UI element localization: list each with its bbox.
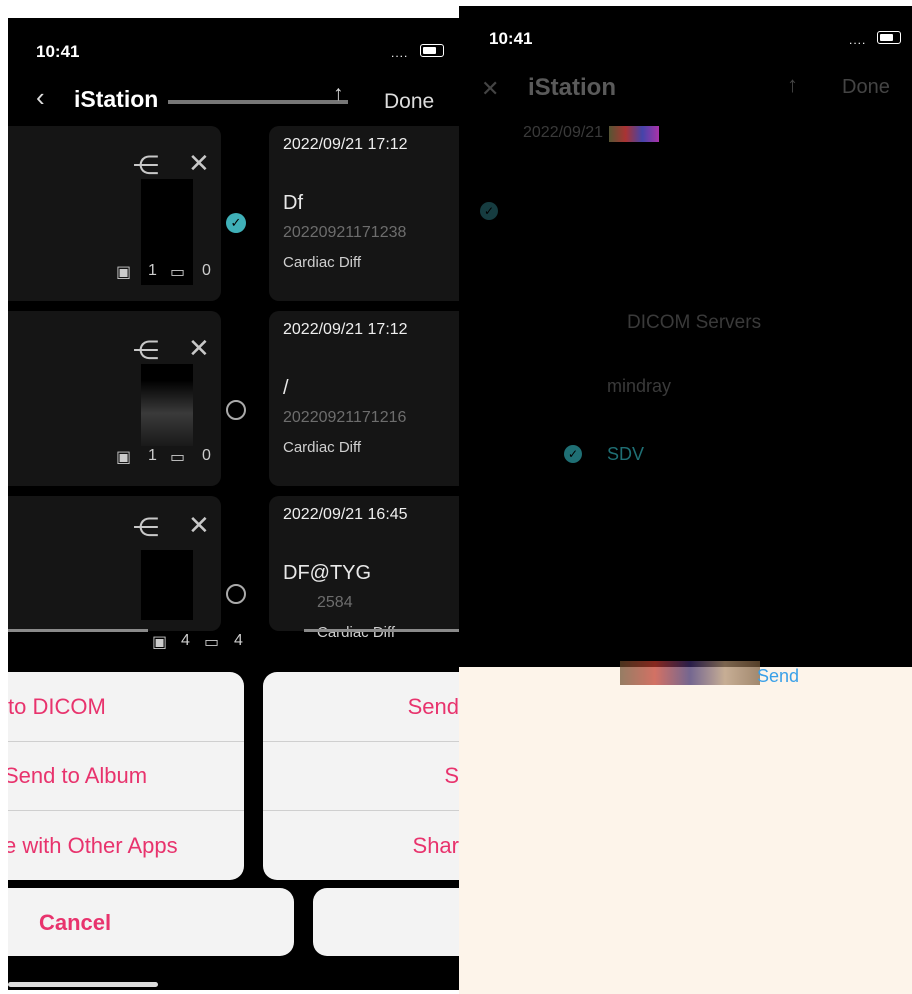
dialog-title: DICOM Servers bbox=[627, 312, 762, 333]
record-card-info[interactable]: 2022/09/21 16:45 DF@TYG 2584 Cardiac Dif… bbox=[269, 496, 459, 641]
checkmark-icon[interactable]: ✓ bbox=[226, 213, 246, 233]
patient-id: 20220921171216 bbox=[283, 409, 407, 426]
done-button[interactable]: Done bbox=[384, 90, 434, 114]
record-card-media[interactable]: ⋲ ✕ ▣ 1 ▭ 0 bbox=[8, 311, 221, 486]
patient-id: 2584 bbox=[317, 594, 353, 611]
record-card-info[interactable]: 2022/09/21 17:12 Df 20220921171238 Cardi… bbox=[269, 126, 459, 301]
record-card-media[interactable]: ⋲ ✕ ▣ 1 ▭ 0 bbox=[8, 126, 221, 301]
share-icon[interactable]: ↑ bbox=[333, 82, 344, 106]
server-item-sdv[interactable]: SDV bbox=[607, 444, 644, 465]
battery-icon bbox=[877, 31, 901, 44]
action-sheet-duplicate: Send S Shar bbox=[263, 672, 459, 880]
photo-icon: ▣ bbox=[116, 449, 132, 466]
thumbnail[interactable] bbox=[141, 550, 193, 620]
exam-type: Cardiac Diff bbox=[283, 439, 362, 456]
close-icon[interactable]: ✕ bbox=[188, 512, 210, 538]
status-time: 10:41 bbox=[489, 29, 533, 48]
record-date: 2022/09/21 bbox=[523, 124, 604, 141]
thumbnail[interactable] bbox=[141, 364, 193, 446]
close-icon[interactable]: ✕ bbox=[188, 335, 210, 361]
video-count: 0 bbox=[202, 447, 211, 464]
home-indicator bbox=[8, 982, 158, 987]
battery-icon bbox=[420, 44, 444, 57]
radio-button[interactable] bbox=[226, 400, 246, 420]
record-date: 2022/09/21 16:45 bbox=[283, 506, 408, 523]
glitch-artifact bbox=[609, 126, 659, 142]
signal-icon: .... bbox=[391, 46, 409, 60]
nav-divider bbox=[168, 100, 348, 104]
nav-title: iStation bbox=[528, 74, 616, 101]
send-to-dicom-button[interactable]: to DICOM bbox=[8, 672, 244, 742]
status-time: 10:41 bbox=[36, 42, 80, 61]
patient-name: Df bbox=[283, 192, 303, 214]
send-button[interactable]: Send bbox=[757, 666, 799, 687]
checkmark-icon[interactable]: ✓ bbox=[564, 445, 582, 463]
record-card-info[interactable]: 2022/09/21 17:12 / 20220921171216 Cardia… bbox=[269, 311, 459, 486]
video-count: 0 bbox=[202, 262, 211, 279]
record-date: 2022/09/21 17:12 bbox=[283, 136, 408, 153]
patient-name: / bbox=[283, 377, 289, 399]
checkmark-icon[interactable]: ✓ bbox=[480, 202, 498, 220]
dimmed-overlay bbox=[459, 116, 912, 667]
close-icon[interactable]: ✕ bbox=[481, 76, 499, 102]
cream-background bbox=[459, 667, 912, 994]
back-icon[interactable]: ‹ bbox=[36, 82, 45, 113]
record-date: 2022/09/21 17:12 bbox=[283, 321, 408, 338]
nav-title: iStation bbox=[74, 86, 159, 112]
exam-type: Cardiac Diff bbox=[317, 624, 396, 641]
patient-id: 20220921171238 bbox=[283, 224, 407, 241]
right-screen: 10:41 .... ✕ iStation ↑ Done 2022/09/21 … bbox=[459, 6, 912, 667]
photo-icon: ▣ bbox=[152, 634, 168, 651]
left-screen: 10:41 .... ‹ iStation ↑ Done ⋲ ✕ ▣ 1 ▭ 0… bbox=[8, 18, 459, 990]
share-node-icon[interactable]: ⋲ bbox=[133, 152, 159, 178]
action-sheet: to DICOM Send to Album e with Other Apps bbox=[8, 672, 244, 880]
share-icon[interactable]: ↑ bbox=[787, 72, 798, 98]
glitch-artifact bbox=[620, 661, 760, 685]
record-card-media[interactable]: ⋲ ✕ bbox=[8, 496, 221, 631]
video-icon: ▭ bbox=[204, 634, 220, 651]
send-to-album-button[interactable]: Send to Album bbox=[8, 741, 244, 811]
close-icon[interactable]: ✕ bbox=[188, 150, 210, 176]
share-other-apps-button[interactable]: e with Other Apps bbox=[8, 811, 244, 880]
share-node-icon[interactable]: ⋲ bbox=[133, 514, 159, 540]
patient-name: DF@TYG bbox=[283, 562, 372, 584]
share-button-fragment[interactable]: Shar bbox=[263, 811, 459, 880]
send-button-fragment[interactable]: Send bbox=[263, 672, 459, 742]
exam-type: Cardiac Diff bbox=[283, 254, 362, 271]
cancel-sheet: Cancel bbox=[8, 888, 294, 956]
server-item-mindray[interactable]: mindray bbox=[607, 376, 671, 397]
cancel-button[interactable]: Cancel bbox=[39, 910, 111, 936]
video-icon: ▭ bbox=[170, 264, 186, 281]
send-button-fragment[interactable]: S bbox=[263, 741, 459, 811]
divider bbox=[304, 629, 459, 632]
signal-icon: .... bbox=[849, 33, 867, 47]
radio-button[interactable] bbox=[226, 584, 246, 604]
cancel-sheet-duplicate bbox=[313, 888, 459, 956]
video-count: 4 bbox=[234, 632, 243, 649]
video-icon: ▭ bbox=[170, 449, 186, 466]
done-button[interactable]: Done bbox=[842, 76, 890, 99]
divider bbox=[8, 629, 148, 632]
photo-count: 1 bbox=[148, 447, 157, 464]
photo-count: 1 bbox=[148, 262, 157, 279]
photo-count: 4 bbox=[181, 632, 190, 649]
share-node-icon[interactable]: ⋲ bbox=[133, 337, 159, 363]
photo-icon: ▣ bbox=[116, 264, 132, 281]
